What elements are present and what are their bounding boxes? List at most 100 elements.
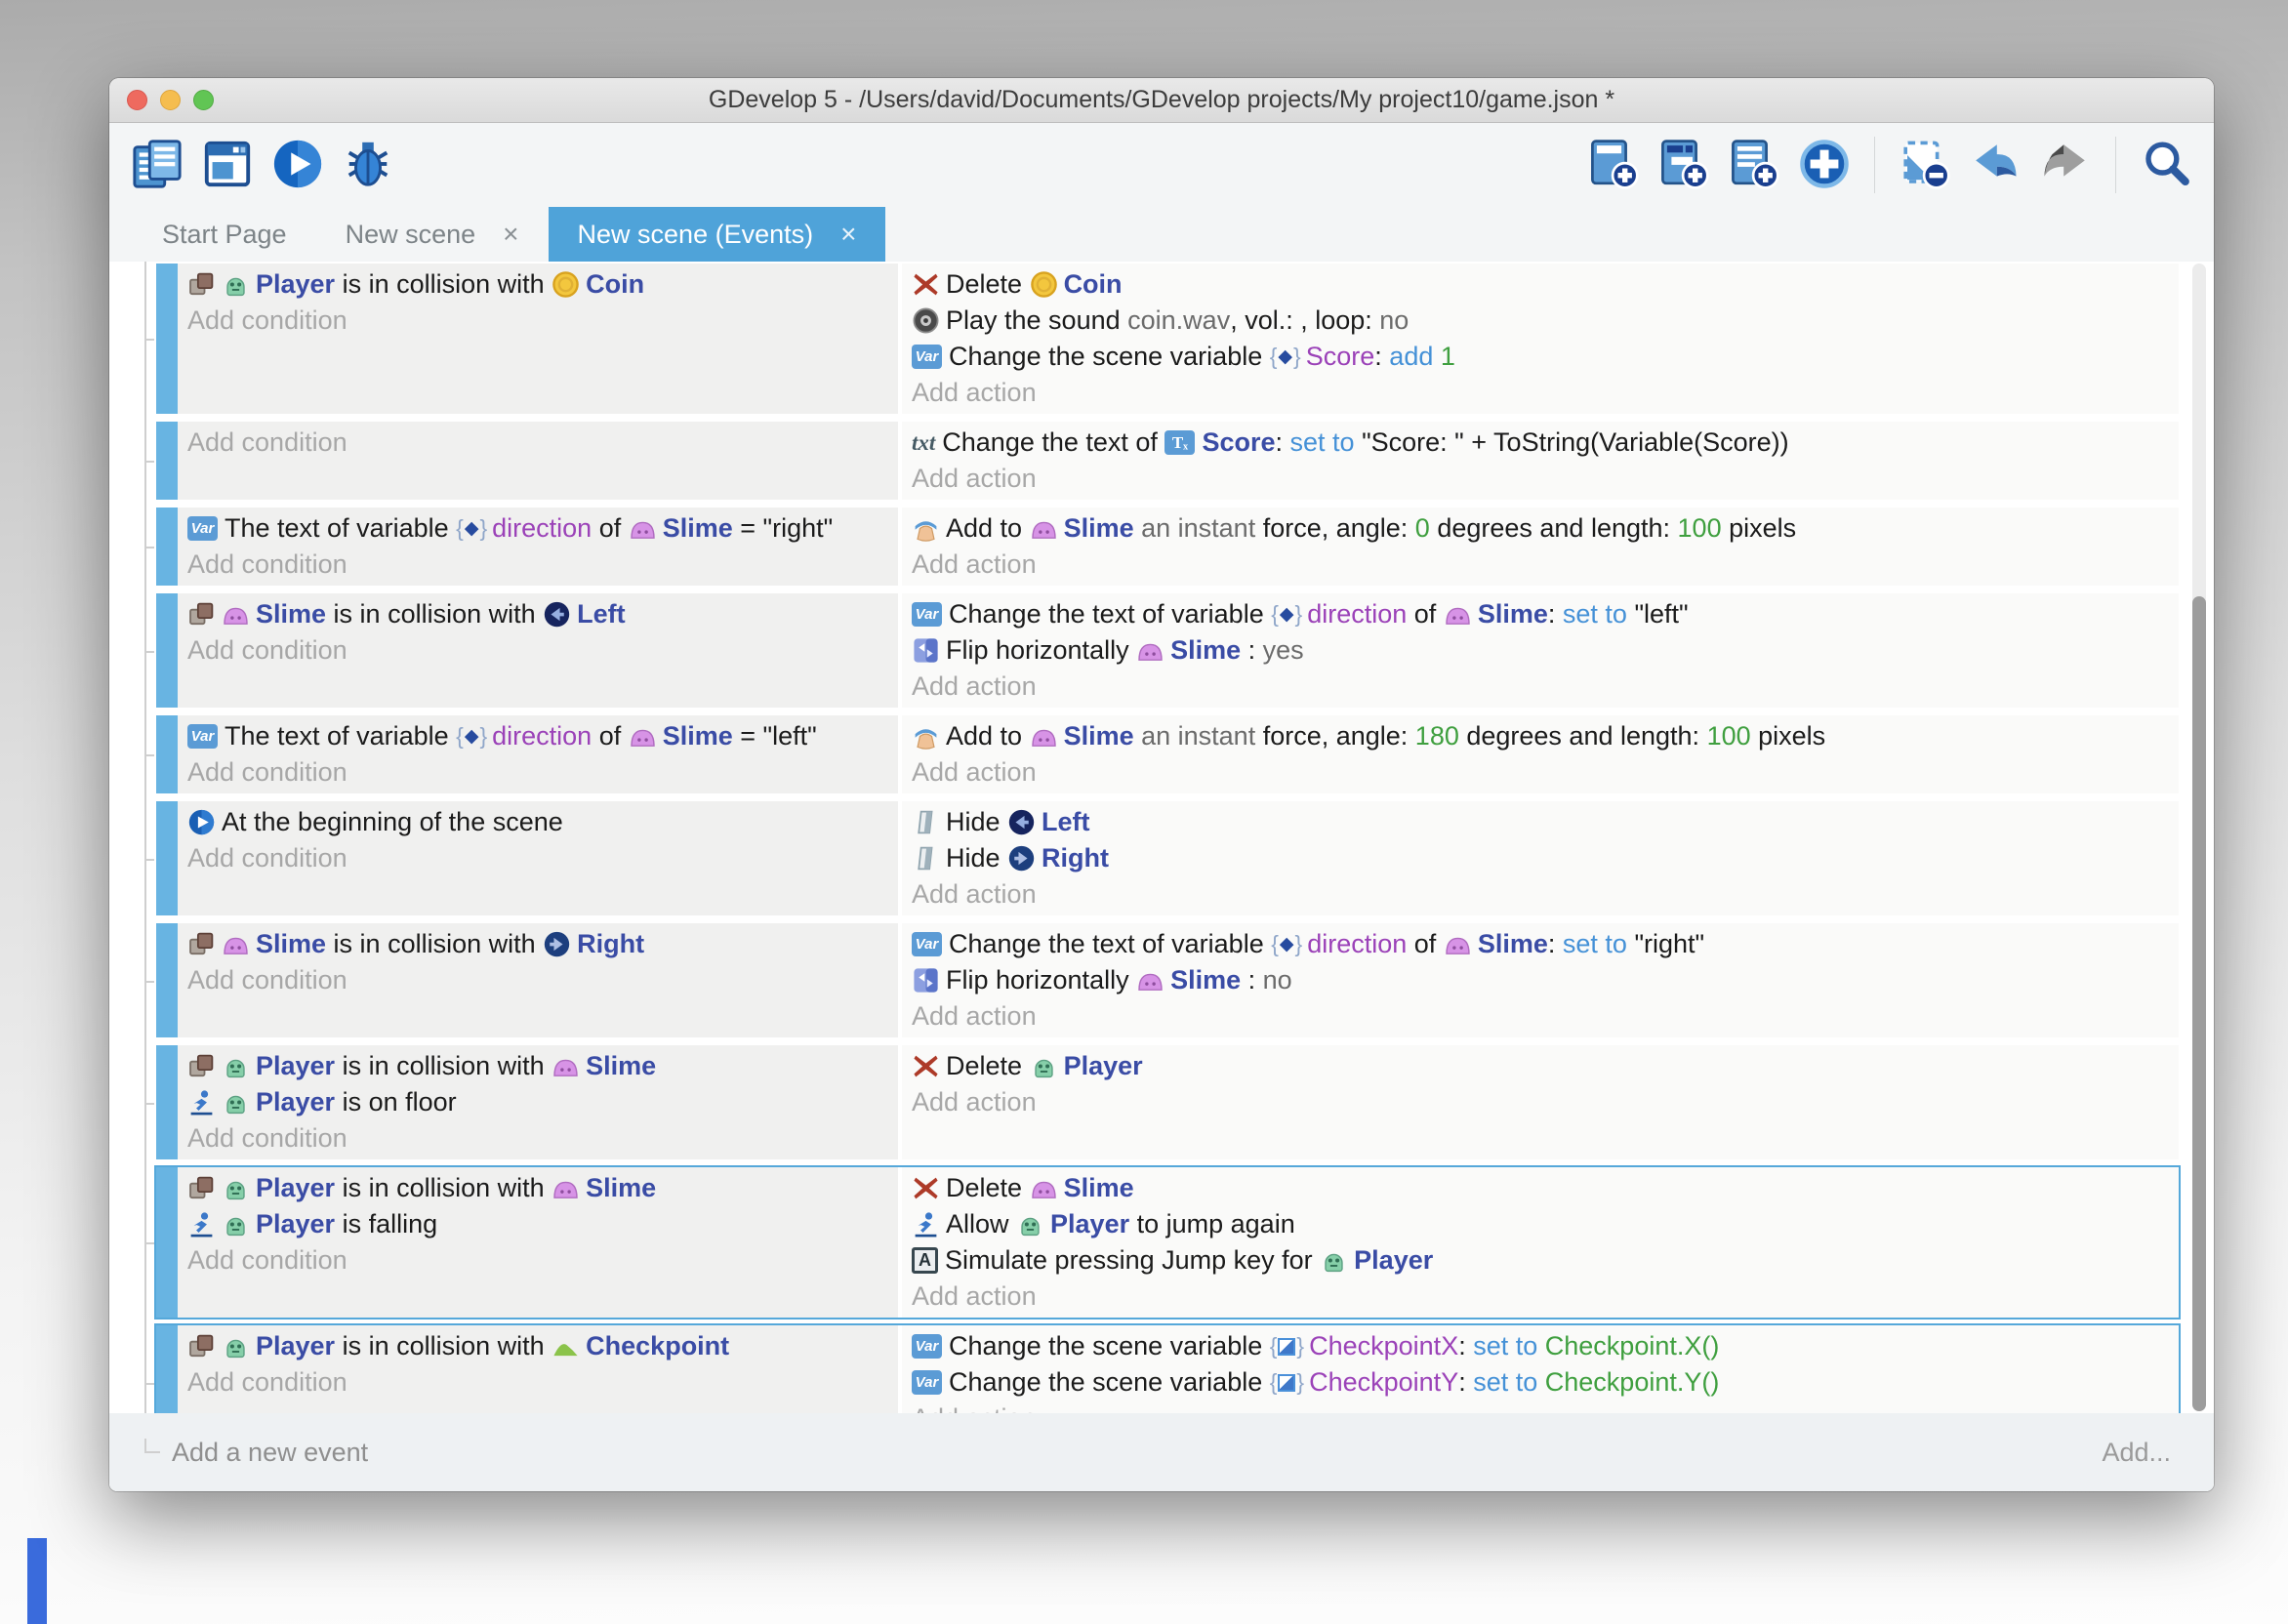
conditions-cell[interactable]: Player is in collision with CheckpointAd… (178, 1325, 902, 1413)
condition-line[interactable]: Player is in collision with Slime (178, 1048, 898, 1084)
project-manager-button[interactable] (129, 137, 185, 193)
condition-line[interactable]: At the beginning of the scene (178, 804, 898, 840)
action-line[interactable]: Hide Left (902, 804, 2179, 840)
scrollbar-thumb[interactable] (2192, 596, 2206, 1411)
event[interactable]: Add conditiontxtChange the text of TₓSco… (154, 420, 2181, 502)
conditions-cell[interactable]: Slime is in collision with RightAdd cond… (178, 923, 902, 1037)
action-line[interactable]: ASimulate pressing Jump key for Player (902, 1242, 2179, 1279)
add-condition-placeholder[interactable]: Add condition (178, 1364, 898, 1401)
event-selected[interactable]: Player is in collision with SlimePlayer … (154, 1165, 2181, 1320)
tab-close-icon[interactable]: × (503, 221, 518, 248)
play-button[interactable] (269, 137, 326, 193)
search-button[interactable] (2138, 137, 2194, 193)
event-row[interactable]: VarThe text of variable {◆}direction of … (154, 713, 2181, 795)
event-row[interactable]: Slime is in collision with RightAdd cond… (154, 921, 2181, 1039)
action-line[interactable]: Flip horizontally Slime : no (902, 962, 2179, 998)
tab-new-scene-events[interactable]: New scene (Events)× (549, 207, 886, 262)
add-action-placeholder[interactable]: Add action (902, 998, 2179, 1035)
event-row[interactable]: Player is in collision with SlimePlayer … (154, 1043, 2181, 1161)
add-action-placeholder[interactable]: Add action (902, 461, 2179, 497)
conditions-cell[interactable]: Player is in collision with CoinAdd cond… (178, 264, 902, 414)
actions-cell[interactable]: Delete CoinPlay the sound coin.wav, vol.… (902, 264, 2179, 414)
condition-line[interactable]: Slime is in collision with Left (178, 596, 898, 632)
add-action-placeholder[interactable]: Add action (902, 669, 2179, 705)
add-action-placeholder[interactable]: Add action (902, 1279, 2179, 1315)
condition-line[interactable]: Player is falling (178, 1206, 898, 1242)
event[interactable]: Player is in collision with SlimePlayer … (154, 1043, 2181, 1161)
actions-cell[interactable]: Delete SlimeAllow Player to jump againAS… (902, 1167, 2179, 1318)
conditions-cell[interactable]: Add condition (178, 422, 902, 500)
conditions-cell[interactable]: At the beginning of the sceneAdd conditi… (178, 801, 902, 915)
event[interactable]: Slime is in collision with RightAdd cond… (154, 921, 2181, 1039)
condition-line[interactable]: Player is in collision with Coin (178, 266, 898, 303)
conditions-cell[interactable]: Player is in collision with SlimePlayer … (178, 1167, 902, 1318)
actions-cell[interactable]: Delete PlayerAdd action (902, 1045, 2179, 1159)
event-drag-bar[interactable] (156, 508, 178, 586)
add-subevent-button[interactable] (1655, 137, 1712, 193)
event-drag-bar[interactable] (156, 923, 178, 1037)
event-drag-bar[interactable] (156, 422, 178, 500)
event[interactable]: At the beginning of the sceneAdd conditi… (154, 799, 2181, 917)
debug-button[interactable] (340, 137, 396, 193)
event[interactable]: Player is in collision with CoinAdd cond… (154, 262, 2181, 416)
action-line[interactable]: Play the sound coin.wav, vol.: , loop: n… (902, 303, 2179, 339)
action-line[interactable]: VarChange the scene variable {}Checkpoin… (902, 1364, 2179, 1401)
action-line[interactable]: Delete Player (902, 1048, 2179, 1084)
action-line[interactable]: VarChange the text of variable {◆}direct… (902, 926, 2179, 962)
event-drag-bar[interactable] (156, 801, 178, 915)
add-new-button[interactable] (1796, 137, 1853, 193)
add-more-button[interactable]: Add... (2102, 1438, 2171, 1468)
action-line[interactable]: Add to Slime an instant force, angle: 0 … (902, 510, 2179, 547)
add-condition-placeholder[interactable]: Add condition (178, 840, 898, 876)
event-drag-bar[interactable] (156, 1045, 178, 1159)
add-condition-placeholder[interactable]: Add condition (178, 754, 898, 791)
condition-line[interactable]: VarThe text of variable {◆}direction of … (178, 718, 898, 754)
add-condition-placeholder[interactable]: Add condition (178, 425, 898, 461)
actions-cell[interactable]: Hide LeftHide RightAdd action (902, 801, 2179, 915)
event-selected[interactable]: Player is in collision with CheckpointAd… (154, 1323, 2181, 1413)
add-condition-placeholder[interactable]: Add condition (178, 632, 898, 669)
conditions-cell[interactable]: VarThe text of variable {◆}direction of … (178, 508, 902, 586)
action-line[interactable]: Hide Right (902, 840, 2179, 876)
condition-line[interactable]: Player is in collision with Checkpoint (178, 1328, 898, 1364)
add-condition-placeholder[interactable]: Add condition (178, 1120, 898, 1157)
remove-event-button[interactable] (1897, 137, 1953, 193)
minimize-window-button[interactable] (160, 90, 181, 110)
action-line[interactable]: VarChange the scene variable {}Checkpoin… (902, 1328, 2179, 1364)
add-condition-placeholder[interactable]: Add condition (178, 962, 898, 998)
event[interactable]: VarThe text of variable {◆}direction of … (154, 506, 2181, 588)
event-drag-bar[interactable] (156, 715, 178, 793)
event-row[interactable]: Player is in collision with SlimePlayer … (154, 1165, 2181, 1320)
action-line[interactable]: VarChange the text of variable {◆}direct… (902, 596, 2179, 632)
action-line[interactable]: VarChange the scene variable {◆}Score: a… (902, 339, 2179, 375)
tab-new-scene[interactable]: New scene× (316, 207, 549, 262)
add-new-event-button[interactable]: Add a new event (172, 1438, 368, 1468)
add-condition-placeholder[interactable]: Add condition (178, 1242, 898, 1279)
add-action-placeholder[interactable]: Add action (902, 547, 2179, 583)
condition-line[interactable]: Player is in collision with Slime (178, 1170, 898, 1206)
actions-cell[interactable]: VarChange the text of variable {◆}direct… (902, 923, 2179, 1037)
actions-cell[interactable]: Add to Slime an instant force, angle: 0 … (902, 508, 2179, 586)
redo-button[interactable] (2037, 137, 2094, 193)
event-row[interactable]: VarThe text of variable {◆}direction of … (154, 506, 2181, 588)
actions-cell[interactable]: VarChange the text of variable {◆}direct… (902, 593, 2179, 708)
action-line[interactable]: Flip horizontally Slime : yes (902, 632, 2179, 669)
add-event-button[interactable] (1585, 137, 1642, 193)
zoom-window-button[interactable] (193, 90, 214, 110)
add-action-placeholder[interactable]: Add action (902, 1084, 2179, 1120)
event-drag-bar[interactable] (156, 593, 178, 708)
add-condition-placeholder[interactable]: Add condition (178, 547, 898, 583)
actions-cell[interactable]: VarChange the scene variable {}Checkpoin… (902, 1325, 2179, 1413)
add-action-placeholder[interactable]: Add action (902, 1401, 2179, 1413)
actions-cell[interactable]: txtChange the text of TₓScore: set to "S… (902, 422, 2179, 500)
event[interactable]: Slime is in collision with LeftAdd condi… (154, 591, 2181, 710)
tab-close-icon[interactable]: × (840, 221, 856, 248)
conditions-cell[interactable]: VarThe text of variable {◆}direction of … (178, 715, 902, 793)
event-row[interactable]: At the beginning of the sceneAdd conditi… (154, 799, 2181, 917)
title-bar[interactable]: GDevelop 5 - /Users/david/Documents/GDev… (109, 78, 2214, 123)
action-line[interactable]: Allow Player to jump again (902, 1206, 2179, 1242)
add-action-placeholder[interactable]: Add action (902, 375, 2179, 411)
close-window-button[interactable] (127, 90, 147, 110)
vertical-scrollbar[interactable] (2192, 264, 2206, 1411)
undo-button[interactable] (1967, 137, 2023, 193)
